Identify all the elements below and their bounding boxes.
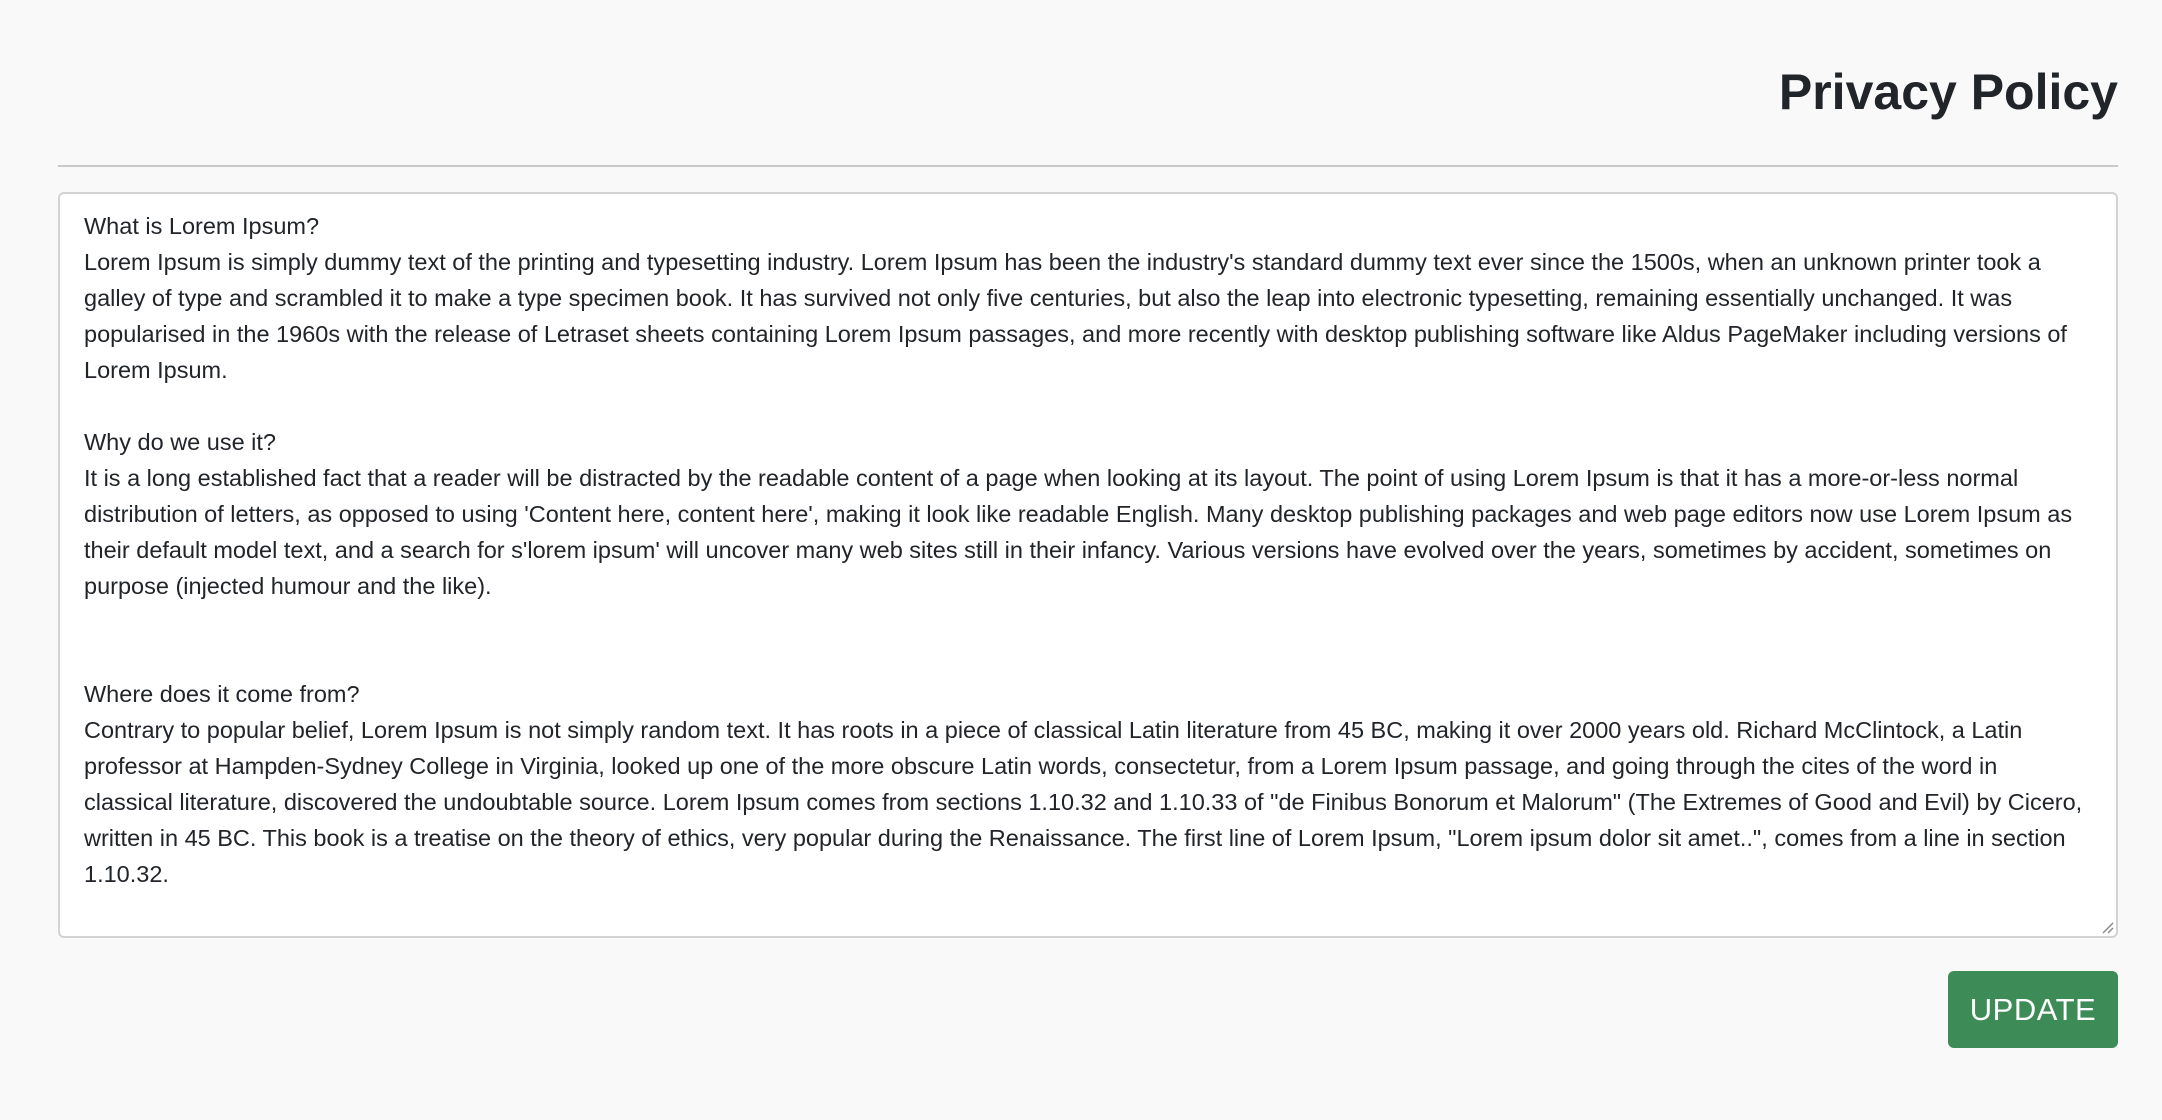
privacy-policy-page: Privacy Policy UPDATE — [0, 0, 2162, 1120]
policy-editor-container — [58, 192, 2118, 938]
policy-text-editor[interactable] — [60, 194, 2116, 936]
update-button[interactable]: UPDATE — [1948, 971, 2118, 1048]
page-title: Privacy Policy — [1778, 64, 2118, 120]
title-divider — [58, 165, 2118, 167]
resize-grip-icon[interactable] — [2098, 918, 2114, 934]
